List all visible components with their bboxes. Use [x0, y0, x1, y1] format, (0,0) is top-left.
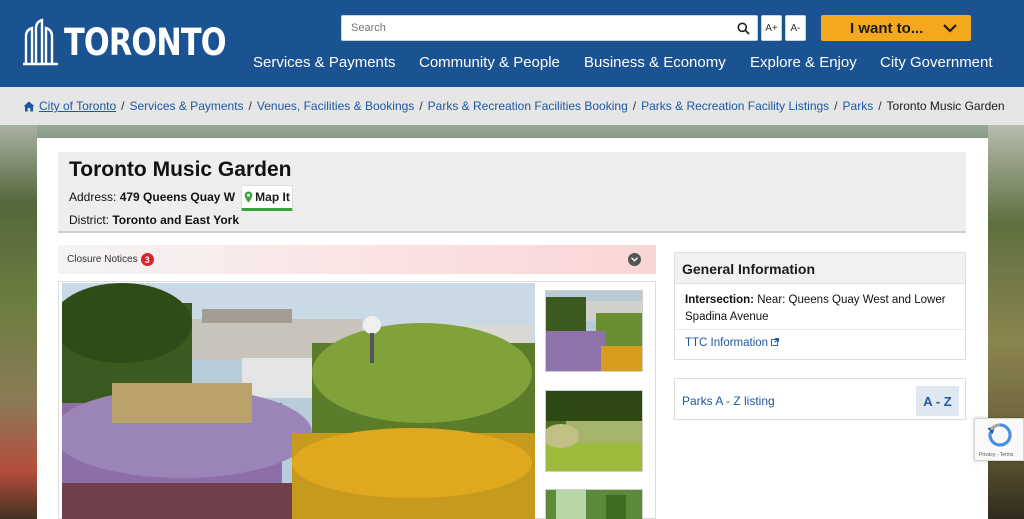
- breadcrumb-facilities-booking[interactable]: Parks & Recreation Facilities Booking: [428, 99, 628, 113]
- closure-notices-label: Closure Notices: [67, 254, 138, 265]
- breadcrumb-separator: /: [419, 99, 423, 113]
- breadcrumb-separator: /: [121, 99, 125, 113]
- gallery-thumbnail[interactable]: [545, 390, 643, 472]
- home-icon[interactable]: [23, 101, 35, 112]
- general-information-heading: General Information: [675, 253, 965, 284]
- parks-a-z-panel: Parks A - Z listing A - Z: [674, 378, 966, 420]
- breadcrumb-separator: /: [632, 99, 637, 113]
- intersection-row: Intersection: Near: Queens Quay West and…: [675, 284, 965, 330]
- background-foliage-left: [0, 125, 37, 519]
- breadcrumb-separator: /: [248, 99, 252, 113]
- external-link-icon: [771, 338, 780, 346]
- gallery-thumbnail[interactable]: [545, 489, 643, 519]
- breadcrumb-separator: /: [834, 99, 838, 113]
- nav-community-people[interactable]: Community & People: [419, 54, 560, 71]
- thumbnail-image: [546, 391, 642, 471]
- breadcrumb-facility-listings[interactable]: Parks & Recreation Facility Listings: [641, 99, 829, 113]
- main-garden-photo[interactable]: [62, 283, 535, 519]
- thumbnail-image: [546, 490, 642, 519]
- a-z-badge[interactable]: A - Z: [916, 386, 959, 416]
- nav-services-payments[interactable]: Services & Payments: [253, 54, 396, 71]
- gallery-thumbnail[interactable]: [545, 290, 643, 372]
- park-address: Address: 479 Queens Quay W: [69, 190, 235, 204]
- district-value: Toronto and East York: [112, 213, 240, 227]
- map-pin-icon: [244, 191, 253, 203]
- breadcrumb-venues-facilities[interactable]: Venues, Facilities & Bookings: [257, 99, 414, 113]
- breadcrumb-separator: /: [878, 99, 882, 113]
- chevron-down-icon: [943, 23, 957, 33]
- ttc-information-link[interactable]: TTC Information: [675, 330, 965, 356]
- map-it-label: Map It: [255, 190, 290, 204]
- map-it-button[interactable]: Map It: [241, 185, 293, 211]
- search-button[interactable]: [729, 16, 757, 40]
- nav-business-economy[interactable]: Business & Economy: [584, 54, 726, 71]
- general-information-panel: General Information Intersection: Near: …: [674, 252, 966, 360]
- chevron-down-icon: [628, 253, 641, 266]
- recaptcha-icon: [987, 423, 1012, 447]
- address-label: Address:: [69, 190, 117, 204]
- address-value: 479 Queens Quay W: [119, 190, 236, 204]
- site-header: TORONTO A+ A- I want to... Services & Pa…: [0, 0, 1024, 87]
- breadcrumb-parks[interactable]: Parks: [843, 99, 874, 113]
- search-input[interactable]: [342, 16, 729, 40]
- search-icon: [737, 22, 750, 35]
- nav-city-government[interactable]: City Government: [880, 54, 993, 71]
- garden-photo-image: [62, 283, 535, 519]
- ttc-information-label: TTC Information: [685, 337, 769, 349]
- closure-notices-toggle[interactable]: Closure Notices 3: [58, 245, 656, 274]
- district-label: District:: [69, 213, 109, 227]
- i-want-to-dropdown[interactable]: I want to...: [821, 15, 971, 41]
- breadcrumb-current: Toronto Music Garden: [886, 99, 1005, 113]
- recaptcha-terms[interactable]: Privacy - Terms: [979, 452, 1013, 458]
- recaptcha-badge[interactable]: Privacy - Terms: [974, 418, 1024, 461]
- intersection-label: Intersection:: [685, 294, 755, 306]
- font-increase-button[interactable]: A+: [761, 15, 782, 41]
- breadcrumb-city-of-toronto[interactable]: City of Toronto: [39, 99, 116, 113]
- thumbnail-image: [546, 291, 642, 371]
- search-box: [341, 15, 758, 41]
- park-district: District: Toronto and East York: [69, 213, 239, 227]
- main-navigation: Services & Payments Community & People B…: [0, 54, 1024, 74]
- page-title: Toronto Music Garden: [69, 158, 292, 181]
- breadcrumb: City of Toronto / Services & Payments / …: [0, 87, 1024, 125]
- nav-explore-enjoy[interactable]: Explore & Enjoy: [750, 54, 857, 71]
- breadcrumb-services-payments[interactable]: Services & Payments: [130, 99, 244, 113]
- i-want-to-label: I want to...: [850, 19, 924, 37]
- parks-a-z-link[interactable]: Parks A - Z listing: [682, 394, 775, 408]
- font-decrease-button[interactable]: A-: [785, 15, 806, 41]
- closure-count-badge: 3: [140, 253, 154, 266]
